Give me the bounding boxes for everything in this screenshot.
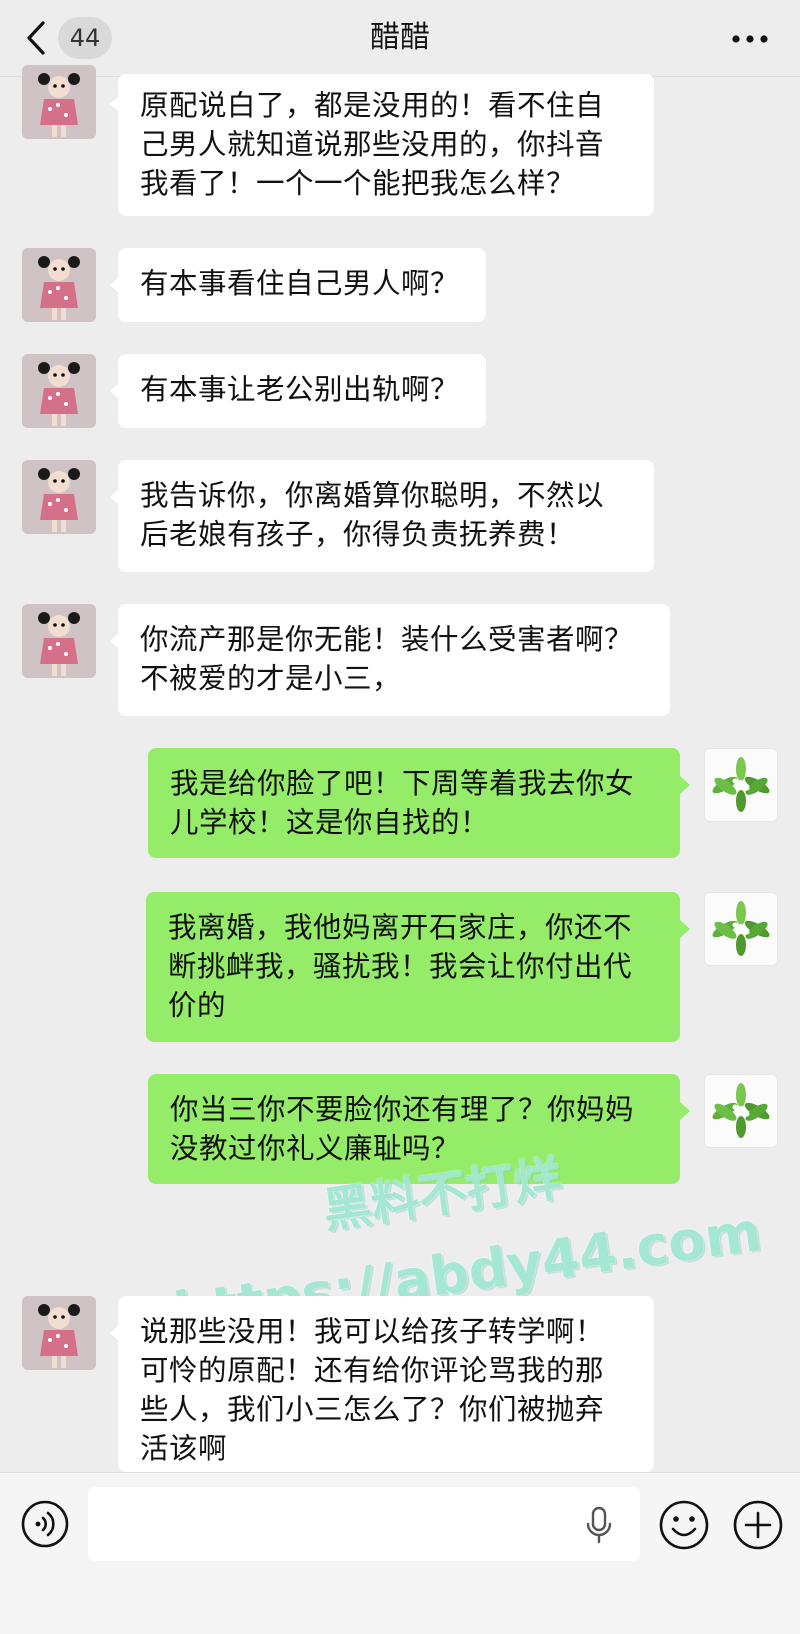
flower-avatar-icon[interactable]: [704, 748, 778, 822]
flower-avatar-icon[interactable]: [704, 1074, 778, 1148]
message-bubble[interactable]: 说那些没用！我可以给孩子转学啊！ 可怜的原配！还有给你评论骂我的那 些人，我们小…: [118, 1296, 654, 1472]
cartoon-girl-avatar-icon[interactable]: [22, 354, 96, 428]
message-bubble[interactable]: 你流产那是你无能！装什么受害者啊？ 不被爱的才是小三，: [118, 604, 670, 716]
cartoon-girl-avatar-icon[interactable]: [22, 604, 96, 678]
plus-button[interactable]: [732, 1499, 784, 1551]
message-bubble[interactable]: 有本事看住自己男人啊？: [118, 248, 486, 322]
input-bar: [0, 1472, 800, 1634]
cartoon-girl-avatar-icon[interactable]: [22, 65, 96, 139]
emoji-button[interactable]: [658, 1499, 710, 1551]
message-bubble[interactable]: 我是给你脸了吧！下周等着我去你女 儿学校！这是你自找的！: [148, 748, 680, 858]
message-input[interactable]: [88, 1487, 640, 1561]
chat-title: 醋醋: [370, 20, 430, 55]
flower-avatar-icon[interactable]: [704, 892, 778, 966]
plus-icon: [732, 1500, 784, 1555]
message-bubble[interactable]: 我离婚，我他妈离开石家庄，你还不 断挑衅我，骚扰我！我会让你付出代 价的: [146, 892, 680, 1042]
cartoon-girl-avatar-icon[interactable]: [22, 460, 96, 534]
voice-button[interactable]: [20, 1499, 70, 1549]
message-bubble[interactable]: 原配说白了，都是没用的！看不住自 己男人就知道说那些没用的，你抖音 我看了！一个…: [118, 74, 654, 216]
emoji-icon: [658, 1500, 710, 1555]
microphone-icon[interactable]: [584, 1505, 614, 1545]
voice-icon: [20, 1500, 70, 1553]
chat-header: 44 醋醋: [0, 0, 800, 77]
cartoon-girl-avatar-icon[interactable]: [22, 1296, 96, 1370]
more-dots-icon: [732, 28, 768, 47]
cartoon-girl-avatar-icon[interactable]: [22, 248, 96, 322]
message-bubble[interactable]: 我告诉你，你离婚算你聪明，不然以 后老娘有孩子，你得负责抚养费！: [118, 460, 654, 572]
more-button[interactable]: [728, 22, 772, 52]
message-bubble[interactable]: 有本事让老公别出轨啊？: [118, 354, 486, 428]
